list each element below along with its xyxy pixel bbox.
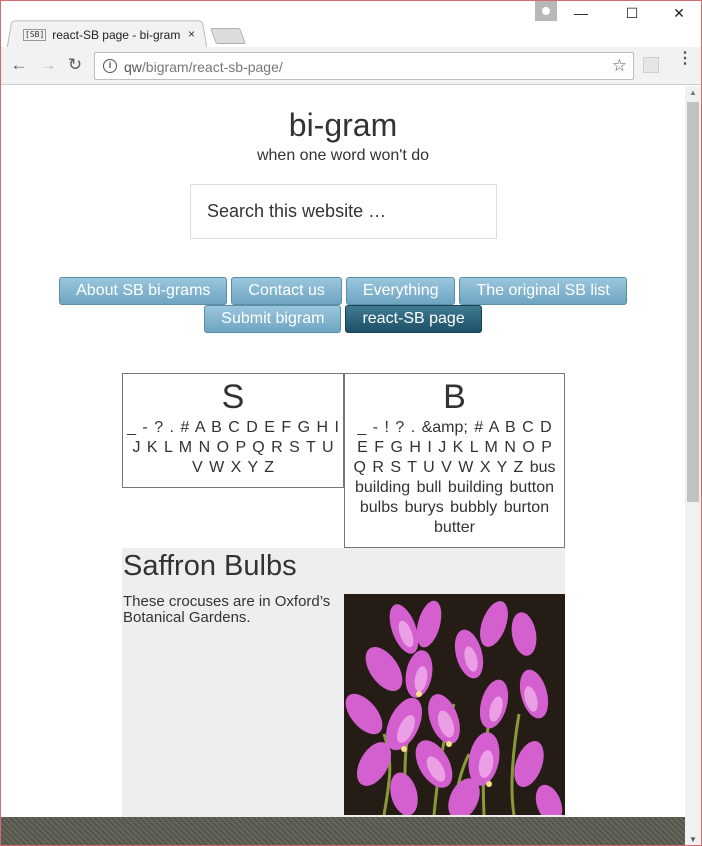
menu-item-about[interactable]: About SB bi-grams: [59, 277, 228, 305]
reload-icon[interactable]: ↻: [65, 55, 85, 75]
tab-strip: [SB] react-SB page - bi-gram × — ☐ ✕: [1, 1, 701, 49]
post-title[interactable]: Saffron Bulbs: [123, 550, 297, 583]
second-letter-box: B _ - ! ? . &amp; # A B C D E F G H I J …: [344, 373, 565, 548]
url-path: /bigram/react-sb-page/: [141, 59, 283, 75]
post-image: [344, 594, 565, 815]
crocus-photo: [344, 594, 565, 815]
tab-title: react-SB page - bi-gram: [52, 28, 181, 42]
second-letter-list[interactable]: _ - ! ? . &amp; # A B C D E F G H I J K …: [345, 418, 564, 538]
extension-icon[interactable]: [643, 57, 659, 73]
new-tab-button[interactable]: [210, 28, 246, 44]
vertical-scrollbar[interactable]: ▲ ▼: [685, 86, 701, 845]
scroll-thumb[interactable]: [687, 102, 699, 502]
second-letter-heading: B: [443, 378, 466, 416]
close-icon[interactable]: ✕: [669, 5, 689, 22]
page-viewport: bi-gram when one word won't do About SB …: [1, 86, 685, 817]
search-input[interactable]: [190, 184, 497, 239]
url-text[interactable]: qw/bigram/react-sb-page/: [124, 59, 283, 75]
first-letter-list[interactable]: _ - ? . # A B C D E F G H I J K L M N O …: [123, 418, 343, 478]
menu-item-everything[interactable]: Everything: [345, 277, 456, 305]
tab-label[interactable]: [SB] react-SB page - bi-gram: [23, 25, 180, 45]
primary-menu-row-1: About SB bi-grams Contact us Everything …: [1, 277, 685, 305]
back-arrow-icon[interactable]: ←: [9, 55, 29, 75]
menu-item-contact[interactable]: Contact us: [231, 277, 342, 305]
scroll-down-icon[interactable]: ▼: [685, 835, 701, 844]
site-title[interactable]: bi-gram: [1, 107, 685, 144]
browser-window: [SB] react-SB page - bi-gram × — ☐ ✕ ← →…: [0, 0, 702, 846]
tab-close-icon[interactable]: ×: [188, 27, 195, 41]
address-bar[interactable]: i qw/bigram/react-sb-page/ ☆: [94, 52, 634, 80]
favicon-icon: [SB]: [23, 29, 47, 41]
first-letter-heading: S: [221, 378, 245, 416]
minimize-icon[interactable]: —: [571, 5, 591, 21]
first-letter-box: S _ - ? . # A B C D E F G H I J K L M N …: [122, 373, 344, 488]
star-icon[interactable]: ☆: [612, 56, 627, 76]
post-text: These crocuses are in Oxford’s Botanical…: [123, 593, 331, 626]
primary-menu-row-2: Submit bigram react-SB page: [1, 305, 685, 333]
menu-item-react-sb-page[interactable]: react-SB page: [345, 305, 482, 333]
site-description: when one word won't do: [256, 147, 430, 164]
url-host: qw: [124, 59, 142, 75]
forward-arrow-icon: →: [39, 55, 57, 74]
profile-icon[interactable]: [535, 1, 557, 21]
menu-icon[interactable]: ⋮: [677, 51, 693, 67]
maximize-icon[interactable]: ☐: [622, 5, 642, 22]
bottom-bar: [1, 817, 685, 845]
menu-item-original-list[interactable]: The original SB list: [459, 277, 627, 305]
browser-toolbar: ← → ↻ i qw/bigram/react-sb-page/ ☆ ⋮: [1, 47, 701, 85]
menu-item-submit-bigram[interactable]: Submit bigram: [204, 305, 342, 333]
post-card: Saffron Bulbs These crocuses are in Oxfo…: [122, 548, 565, 817]
info-icon[interactable]: i: [103, 59, 117, 73]
scroll-up-icon[interactable]: ▲: [685, 88, 701, 97]
